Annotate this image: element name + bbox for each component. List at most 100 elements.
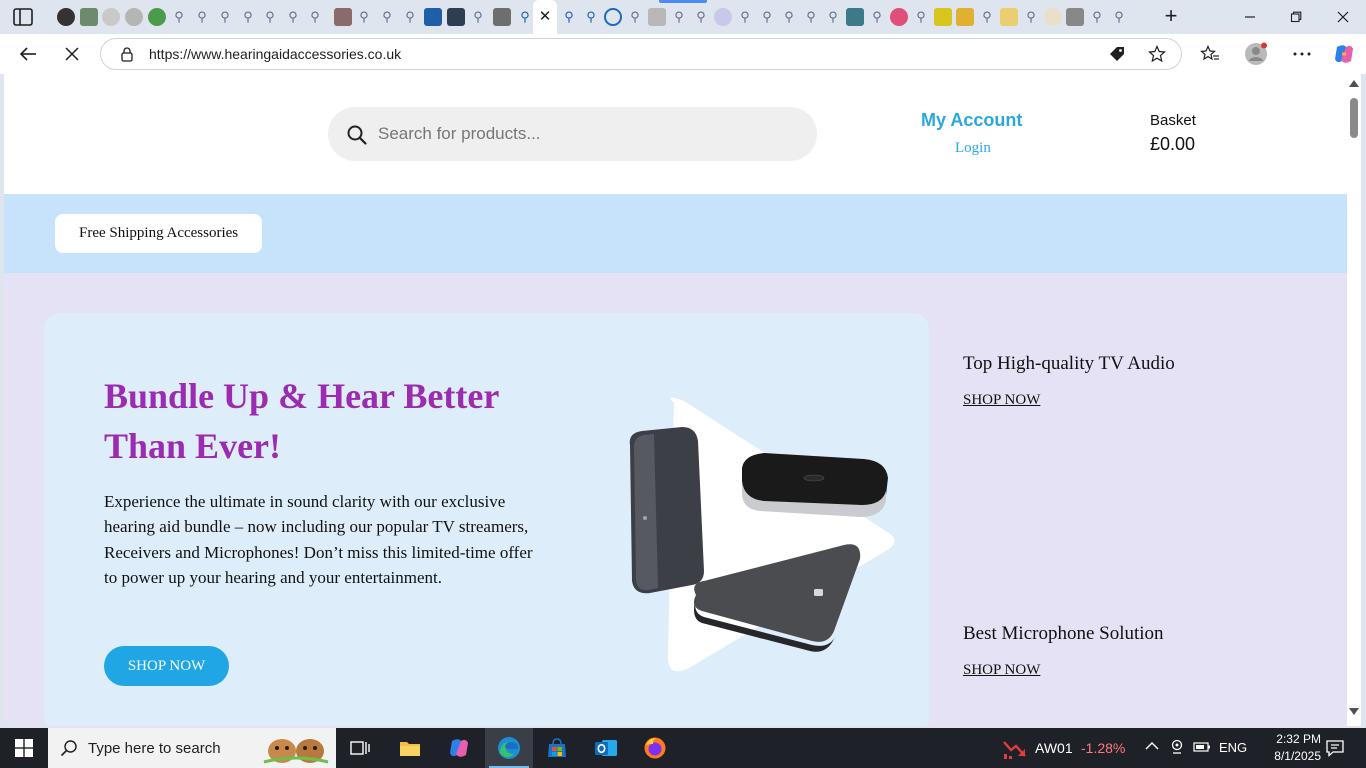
- promo-shop-now-link[interactable]: SHOP NOW: [963, 662, 1040, 679]
- my-account-link[interactable]: My Account: [921, 110, 1022, 131]
- favorites-icon[interactable]: [1198, 42, 1222, 66]
- scroll-thumb[interactable]: [1350, 98, 1358, 138]
- scroll-down-arrow[interactable]: [1349, 708, 1359, 715]
- start-button[interactable]: [0, 728, 48, 768]
- tab-favicon-8[interactable]: [447, 8, 465, 26]
- new-tab-button[interactable]: +: [1160, 5, 1182, 28]
- language-indicator[interactable]: ENG: [1219, 740, 1247, 755]
- page-scrollbar[interactable]: [1347, 74, 1361, 726]
- tab-favicon-17[interactable]: [1000, 8, 1018, 26]
- login-link[interactable]: Login: [955, 140, 991, 157]
- tab-favicon-16[interactable]: [956, 8, 974, 26]
- shopping-tag-icon[interactable]: [1107, 44, 1127, 64]
- tab-favicon-5[interactable]: [148, 8, 166, 26]
- tab-search-icon[interactable]: ⚲: [306, 8, 324, 26]
- lock-icon[interactable]: [119, 46, 135, 62]
- clock-time: 2:32 PM: [1276, 732, 1321, 746]
- tab-search-icon[interactable]: ⚲: [868, 8, 886, 26]
- favorite-star-icon[interactable]: [1147, 44, 1167, 64]
- tab-search-icon[interactable]: ⚲: [401, 8, 419, 26]
- tab-favicon-9[interactable]: [493, 8, 511, 26]
- stock-ticker[interactable]: AW01: [1035, 740, 1073, 756]
- back-button[interactable]: [14, 40, 42, 68]
- tab-search-icon[interactable]: ⚲: [239, 8, 257, 26]
- edge-browser-icon[interactable]: [485, 728, 533, 768]
- tab-search-icon[interactable]: ⚲: [261, 8, 279, 26]
- address-bar[interactable]: https://www.hearingaidaccessories.co.uk: [100, 38, 1182, 70]
- battery-icon[interactable]: [1193, 741, 1211, 756]
- tab-search-icon[interactable]: ⚲: [780, 8, 798, 26]
- category-free-shipping[interactable]: Free Shipping Accessories: [55, 214, 263, 253]
- notification-center-icon[interactable]: [1326, 739, 1344, 757]
- webcam-icon[interactable]: [1170, 739, 1184, 758]
- system-clock[interactable]: 2:32 PM 8/1/2025: [1257, 731, 1321, 765]
- tab-favicon-14[interactable]: [890, 8, 908, 26]
- tab-favicon-1[interactable]: [57, 8, 75, 26]
- tab-search-icon[interactable]: ⚲: [670, 8, 688, 26]
- tab-search-icon[interactable]: ⚲: [1110, 8, 1128, 26]
- tab-search-icon[interactable]: ⚲: [216, 8, 234, 26]
- search-highlight-image[interactable]: [260, 732, 332, 764]
- tab-favicon-15[interactable]: [934, 8, 952, 26]
- stock-chart-icon[interactable]: [1003, 738, 1027, 760]
- microsoft-store-icon[interactable]: [533, 728, 581, 768]
- tab-search-icon[interactable]: ⚲: [626, 8, 644, 26]
- tab-actions-icon[interactable]: [12, 7, 34, 27]
- tab-favicon-11[interactable]: [648, 8, 666, 26]
- basket-total[interactable]: £0.00: [1150, 134, 1195, 155]
- search-input[interactable]: [378, 119, 798, 149]
- tab-search-icon[interactable]: ⚲: [378, 8, 396, 26]
- tab-favicon-19[interactable]: [1066, 8, 1084, 26]
- tab-search-icon[interactable]: ⚲: [193, 8, 211, 26]
- product-search-box[interactable]: [328, 107, 817, 161]
- restore-button[interactable]: [1273, 4, 1319, 30]
- stock-change[interactable]: -1.28%: [1081, 740, 1125, 756]
- tab-search-icon[interactable]: ⚲: [516, 8, 534, 26]
- taskbar-search-box[interactable]: Type here to search: [48, 728, 336, 768]
- tab-favicon-13[interactable]: [846, 8, 864, 26]
- tab-search-icon[interactable]: ⚲: [824, 8, 842, 26]
- tab-search-icon[interactable]: ⚲: [582, 8, 600, 26]
- task-view-icon[interactable]: [336, 728, 384, 768]
- profile-avatar[interactable]: [1244, 42, 1268, 66]
- tab-search-icon[interactable]: ⚲: [802, 8, 820, 26]
- tab-search-icon[interactable]: ⚲: [736, 8, 754, 26]
- close-tab-icon[interactable]: ✕: [537, 8, 553, 25]
- tab-favicon-3[interactable]: [102, 8, 120, 26]
- tab-favicon-10[interactable]: [604, 8, 622, 26]
- tab-search-icon[interactable]: ⚲: [978, 8, 996, 26]
- tab-search-icon[interactable]: ⚲: [1088, 8, 1106, 26]
- url-text[interactable]: https://www.hearingaidaccessories.co.uk: [149, 46, 401, 62]
- tab-favicon-12[interactable]: [714, 8, 732, 26]
- file-explorer-icon[interactable]: [386, 728, 434, 768]
- tab-favicon-4[interactable]: [125, 8, 143, 26]
- tab-search-icon[interactable]: ⚲: [469, 8, 487, 26]
- tab-favicon-7[interactable]: [424, 8, 442, 26]
- more-options-icon[interactable]: [1290, 42, 1314, 66]
- copilot-icon[interactable]: [1332, 42, 1356, 66]
- show-hidden-icons-chevron-icon[interactable]: [1145, 739, 1159, 754]
- tab-search-icon[interactable]: ⚲: [912, 8, 930, 26]
- copilot-app-icon[interactable]: [435, 728, 483, 768]
- scroll-up-arrow[interactable]: [1349, 80, 1359, 87]
- tab-search-icon[interactable]: ⚲: [355, 8, 373, 26]
- basket-label[interactable]: Basket: [1150, 112, 1196, 129]
- outlook-icon[interactable]: [582, 728, 630, 768]
- tab-favicon-6[interactable]: [334, 8, 352, 26]
- tab-search-icon[interactable]: ⚲: [1022, 8, 1040, 26]
- tab-search-icon[interactable]: ⚲: [284, 8, 302, 26]
- taskbar-search-placeholder[interactable]: Type here to search: [88, 740, 221, 757]
- close-window-button[interactable]: [1320, 4, 1366, 30]
- tab-search-icon[interactable]: ⚲: [170, 8, 188, 26]
- stop-loading-button[interactable]: [58, 40, 86, 68]
- minimize-button[interactable]: [1227, 4, 1273, 30]
- hero-shop-now-button[interactable]: SHOP NOW: [104, 646, 229, 686]
- tab-favicon-18[interactable]: [1044, 8, 1062, 26]
- tab-search-icon[interactable]: ⚲: [560, 8, 578, 26]
- tab-search-icon[interactable]: ⚲: [758, 8, 776, 26]
- tab-search-icon[interactable]: ⚲: [692, 8, 710, 26]
- tab-favicon-2[interactable]: [80, 8, 98, 26]
- search-icon[interactable]: [346, 124, 368, 146]
- promo-shop-now-link[interactable]: SHOP NOW: [963, 392, 1040, 409]
- firefox-icon[interactable]: [631, 728, 679, 768]
